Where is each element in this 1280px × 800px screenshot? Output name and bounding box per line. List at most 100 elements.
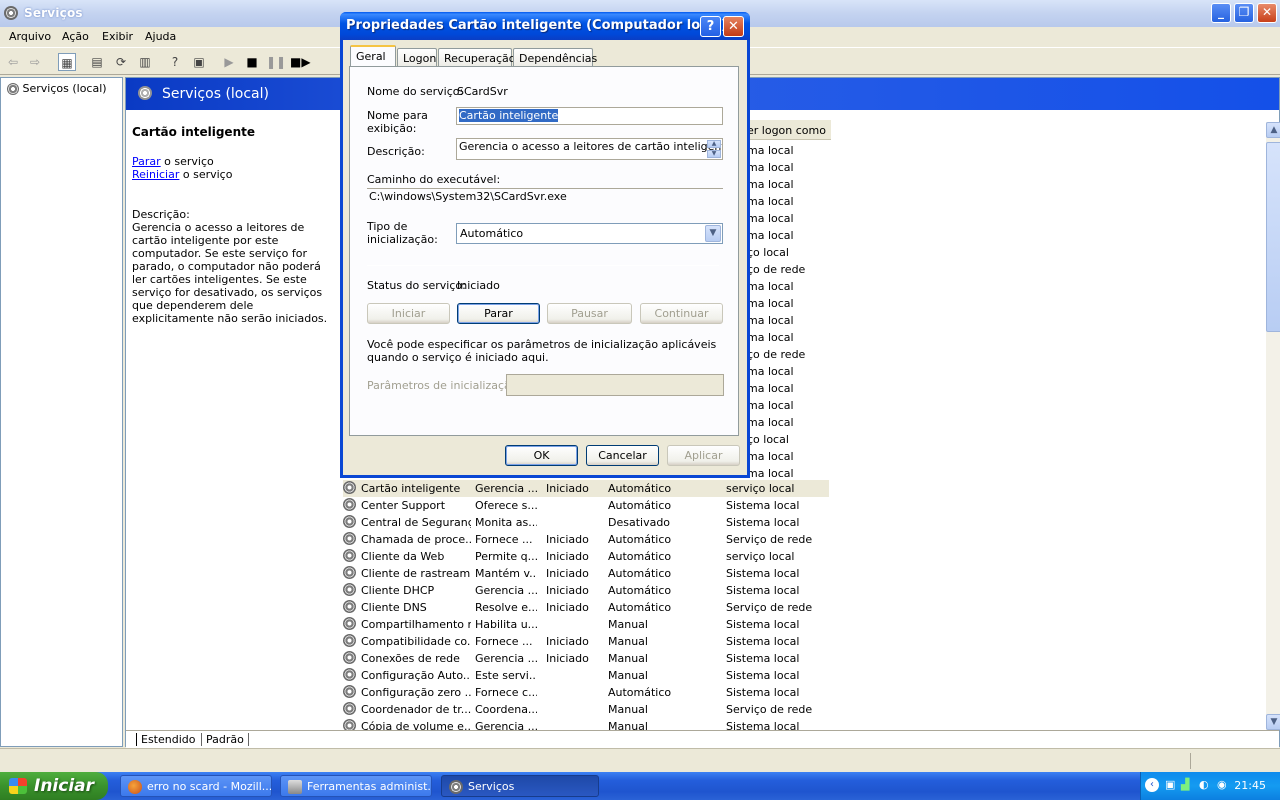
stop-suffix: o serviço	[160, 155, 214, 168]
table-row[interactable]: Cópia de volume e... Gerencia ... Manual Si…	[343, 718, 829, 730]
view-tabs: Estendido Padrão	[126, 730, 1279, 748]
tab-geral[interactable]: Geral	[350, 45, 396, 68]
display-name-field[interactable]: Cartão inteligente	[456, 107, 723, 125]
tab-logon[interactable]: Logon	[397, 48, 437, 67]
table-row[interactable]: Cartão inteligente Gerencia ... Iniciado Au…	[343, 480, 829, 497]
description-scroll-up-icon[interactable]: ▲	[707, 140, 721, 148]
description-field[interactable]: Gerencia o acesso a leitores de cartão i…	[456, 138, 723, 160]
cell-startup: Automático	[608, 482, 672, 495]
close-button[interactable]: ✕	[1257, 3, 1277, 23]
description-scroll-down-icon[interactable]: ▼	[707, 150, 721, 158]
task-admin-tools[interactable]: Ferramentas administ...	[280, 775, 432, 797]
params-input[interactable]	[506, 374, 724, 396]
apply-button[interactable]: Aplicar	[667, 445, 740, 466]
cell-startup: Automático	[608, 686, 672, 699]
table-row[interactable]: Cliente de rastream... Mantém v... Iniciad…	[343, 565, 829, 582]
task-label: Ferramentas administ...	[307, 780, 432, 793]
table-row[interactable]: Central de Segurança Monita as... Desativa…	[343, 514, 829, 531]
view-icon[interactable]: ▣	[190, 53, 208, 71]
logon-cell: ma local	[747, 161, 794, 174]
volume-icon[interactable]: ◐	[1199, 778, 1209, 791]
restart-icon[interactable]: ■▶	[290, 53, 311, 71]
dialog-close-button[interactable]: ✕	[723, 16, 744, 37]
table-row[interactable]: Cliente da Web Permite q... Iniciado Automá…	[343, 548, 829, 565]
table-row[interactable]: Center Support Oferece s... Automático Sist…	[343, 497, 829, 514]
clock[interactable]: 21:45	[1234, 779, 1266, 792]
task-services[interactable]: Serviços	[441, 775, 599, 797]
column-logon-as[interactable]: er logon como	[747, 124, 826, 137]
cell-desc: Mantém v...	[475, 567, 537, 580]
cell-desc: Oferece s...	[475, 499, 537, 512]
table-row[interactable]: Coordenador de tr... Coordena... Manual Ser…	[343, 701, 829, 718]
start-button[interactable]: Iniciar	[0, 772, 108, 800]
network-icon[interactable]: ▣	[1165, 778, 1175, 791]
logon-cell: ma local	[747, 450, 794, 463]
restart-service-link[interactable]: Reiniciar	[132, 168, 179, 181]
update-icon[interactable]: ◉	[1217, 778, 1227, 791]
help-icon[interactable]: ?	[166, 53, 184, 71]
menu-arquivo[interactable]: Arquivo	[9, 30, 51, 43]
show-tree-icon[interactable]: ▦	[58, 53, 76, 71]
table-row[interactable]: Configuração zero ... Fornece c... Automát…	[343, 684, 829, 701]
task-firefox[interactable]: erro no scard - Mozill...	[120, 775, 272, 797]
pause-service-button[interactable]: Pausar	[547, 303, 632, 324]
window-title: Serviços	[24, 6, 83, 20]
forward-arrow-icon[interactable]: ⇨	[26, 53, 44, 71]
dialog-help-button[interactable]: ?	[700, 16, 721, 37]
properties-icon[interactable]: ▤	[88, 53, 106, 71]
vertical-scrollbar[interactable]: ▲ ▼	[1266, 122, 1280, 730]
cell-logon: Serviço de rede	[726, 703, 813, 716]
play-icon[interactable]: ▶	[220, 53, 238, 71]
service-gear-icon	[343, 532, 356, 545]
refresh-icon[interactable]: ⟳	[112, 53, 130, 71]
menu-exibir[interactable]: Exibir	[102, 30, 133, 43]
startup-type-select[interactable]: Automático ▼	[456, 223, 723, 244]
scroll-up-icon[interactable]: ▲	[1266, 122, 1280, 138]
maximize-button[interactable]: ❐	[1234, 3, 1254, 23]
tab-dependencias[interactable]: Dependências	[513, 48, 597, 67]
service-gear-icon	[343, 498, 356, 511]
table-row[interactable]: Conexões de rede Gerencia ... Iniciado Manu…	[343, 650, 829, 667]
table-row[interactable]: Configuração Auto... Este servi... Manual S…	[343, 667, 829, 684]
tab-padrao[interactable]: Padrão	[201, 733, 249, 746]
scroll-down-icon[interactable]: ▼	[1266, 714, 1280, 730]
menu-acao[interactable]: Ação	[62, 30, 89, 43]
table-row[interactable]: Cliente DNS Resolve e... Iniciado Automátic…	[343, 599, 829, 616]
minimize-button[interactable]: _	[1211, 3, 1231, 23]
menu-ajuda[interactable]: Ajuda	[145, 30, 176, 43]
logon-cell: ma local	[747, 467, 794, 480]
stop-service-link[interactable]: Parar	[132, 155, 161, 168]
start-service-button[interactable]: Iniciar	[367, 303, 450, 324]
chevron-down-icon[interactable]: ▼	[705, 225, 721, 242]
dialog-titlebar[interactable]: Propriedades Cartão inteligente (Computa…	[340, 12, 750, 40]
signal-strength-icon[interactable]: ▟	[1181, 778, 1189, 791]
table-row[interactable]: Cliente DHCP Gerencia ... Iniciado Automáti…	[343, 582, 829, 599]
exe-path-value: C:\windows\System32\SCardSvr.exe	[367, 188, 723, 206]
logon-cell: ma local	[747, 416, 794, 429]
cell-startup: Desativado	[608, 516, 671, 529]
back-arrow-icon[interactable]: ⇦	[4, 53, 22, 71]
table-row[interactable]: Compartilhamento r... Habilita u... Manual…	[343, 616, 829, 633]
stop-service-button[interactable]: Parar	[457, 303, 540, 324]
continue-service-button[interactable]: Continuar	[640, 303, 723, 324]
service-gear-icon	[343, 600, 356, 613]
cancel-button[interactable]: Cancelar	[586, 445, 659, 466]
ok-button[interactable]: OK	[505, 445, 578, 466]
pause-icon[interactable]: ❚❚	[266, 53, 286, 71]
display-name-text: Cartão inteligente	[459, 109, 559, 122]
tab-recuperacao[interactable]: Recuperação	[438, 48, 515, 67]
cell-name: Center Support	[361, 499, 446, 512]
tray-expand-icon[interactable]: ‹	[1145, 778, 1159, 792]
table-row[interactable]: Compatibilidade co... Fornece ... Iniciado…	[343, 633, 829, 650]
export-list-icon[interactable]: ▥	[136, 53, 154, 71]
cell-logon: Sistema local	[726, 618, 800, 631]
service-status-label: Status do serviço:	[367, 279, 466, 292]
tab-estendido[interactable]: Estendido	[136, 733, 199, 746]
table-row[interactable]: Chamada de proce... Fornece ... Iniciado Au…	[343, 531, 829, 548]
stop-icon[interactable]: ■	[243, 53, 261, 71]
tree-node-services-local[interactable]: Serviços (local)	[7, 82, 107, 95]
stop-service-line: Parar o serviço	[132, 155, 214, 168]
service-gear-icon	[343, 634, 356, 647]
system-tray: ‹ ▣ ▟ ◐ ◉ 21:45	[1140, 772, 1280, 800]
scroll-thumb[interactable]	[1266, 142, 1280, 332]
